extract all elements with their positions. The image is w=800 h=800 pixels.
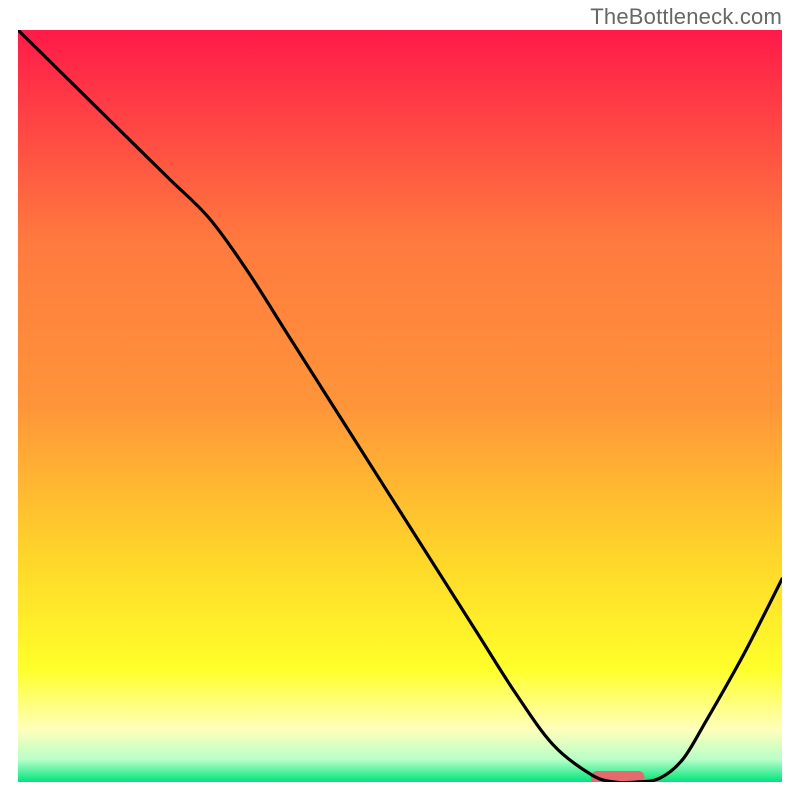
plot-area <box>18 30 782 782</box>
bottleneck-chart: TheBottleneck.com <box>0 0 800 800</box>
plot-svg <box>18 30 782 782</box>
watermark-text: TheBottleneck.com <box>590 4 782 30</box>
optimal-range-marker <box>591 771 644 782</box>
